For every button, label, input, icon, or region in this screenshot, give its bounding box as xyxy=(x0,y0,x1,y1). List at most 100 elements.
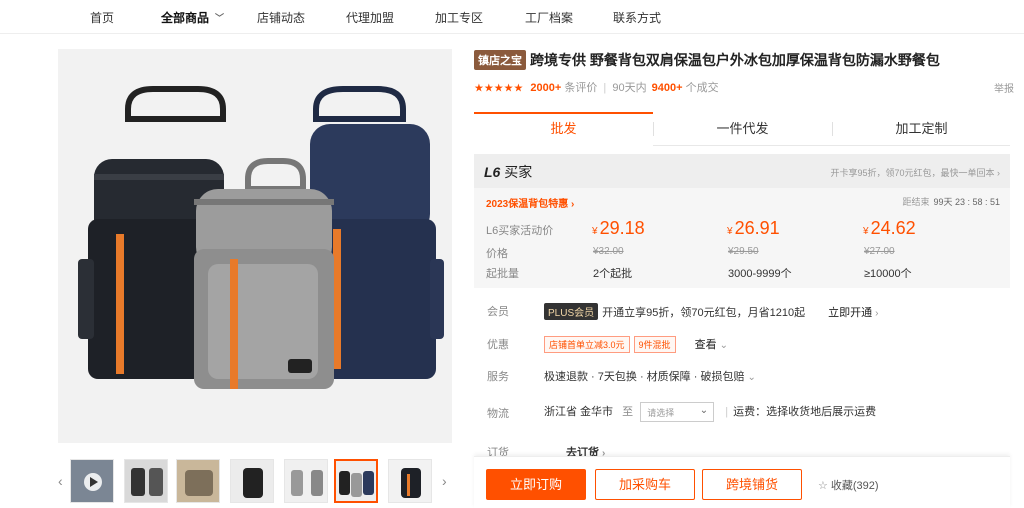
member-row: 会员 PLUS会员 开通立享95折，领70元红包，月省1210起 立即开通 › xyxy=(474,300,1014,322)
activity-price-tier-3: ¥24.62 xyxy=(863,218,916,239)
promo-link[interactable]: 2023保温背包特惠 › xyxy=(486,195,574,210)
nav-shop-news[interactable]: 店铺动态 xyxy=(257,9,305,26)
sales-count: 9400+ xyxy=(651,82,683,94)
product-title-row: 镇店之宝 跨境专供 野餐背包双肩保温包户外冰包加厚保温背包防漏水野餐包 xyxy=(474,50,1014,72)
currency-symbol: ¥ xyxy=(727,226,733,237)
review-count[interactable]: 2000+ xyxy=(530,82,561,94)
activity-price-label: L6买家活动价 xyxy=(486,225,554,237)
tab-dropship[interactable]: 一件代发 xyxy=(653,112,832,146)
l6-buyer-label: 买家 xyxy=(504,164,533,180)
destination-select[interactable]: 请选择 ⌄ xyxy=(640,402,715,422)
nav-all-products-label: 全部商品 xyxy=(161,11,210,25)
play-icon xyxy=(71,460,113,502)
report-link[interactable]: 举报 xyxy=(994,80,1014,95)
countdown-timer: 距结束 99天 23 : 58 : 51 xyxy=(902,195,1000,208)
logistics-to: 至 xyxy=(622,405,634,418)
original-price-tier-1: ¥32.00 xyxy=(593,246,624,257)
action-bar: 立即订购 加采购车 跨境铺货 ☆ 收藏(392) xyxy=(474,456,1010,508)
member-label: 会员 xyxy=(487,306,509,318)
activity-price-tier-2: ¥26.91 xyxy=(727,218,780,239)
cross-border-button[interactable]: 跨境铺货 xyxy=(702,469,802,500)
moq-tier-3: ≥10000个 xyxy=(864,268,912,280)
timer-label: 距结束 xyxy=(902,197,930,207)
nav-agent[interactable]: 代理加盟 xyxy=(346,9,394,26)
original-price-tier-2: ¥29.50 xyxy=(728,246,759,257)
divider: | xyxy=(725,405,729,418)
favorite-label: 收藏(392) xyxy=(830,480,879,492)
thumbnail-image xyxy=(285,460,327,502)
tab-wholesale[interactable]: 批发 xyxy=(474,112,653,146)
backpack-illustration xyxy=(58,49,452,443)
nav-processing[interactable]: 加工专区 xyxy=(435,9,483,26)
thumbnail-4[interactable] xyxy=(230,459,274,503)
member-desc: 开通立享95折，领70元红包，月省1210起 xyxy=(602,307,806,319)
thumbnail-image xyxy=(125,460,167,502)
thumbnail-6[interactable] xyxy=(334,459,378,503)
nav-all-products[interactable]: 全部商品 ﹀ xyxy=(161,9,224,26)
l6-header: L6 买家 开卡享95折，领70元红包，最快一单回本 › xyxy=(474,154,1010,188)
thumbnail-image xyxy=(231,460,273,502)
thumbnail-strip: ‹ › xyxy=(58,457,452,507)
member-open-link[interactable]: 立即开通 › xyxy=(828,307,878,319)
activity-price-tier-1: ¥29.18 xyxy=(592,218,645,239)
member-value: PLUS会员 开通立享95折，领70元红包，月省1210起 立即开通 › xyxy=(544,303,878,320)
price-value: 24.62 xyxy=(870,218,916,238)
timer-value: 99天 23 : 58 : 51 xyxy=(933,197,1000,207)
l6-title: L6 买家 xyxy=(484,162,532,182)
member-open-label: 立即开通 xyxy=(828,307,873,319)
coupon-mixed-batch[interactable]: 9件混批 xyxy=(633,336,676,353)
review-label: 条评价 xyxy=(564,82,598,94)
original-price-tier-3: ¥27.00 xyxy=(864,246,895,257)
l6-promo-note[interactable]: 开卡享95折，领70元红包，最快一单回本 › xyxy=(830,166,1000,179)
plus-badge: PLUS会员 xyxy=(544,303,599,320)
discount-view-link[interactable]: 查看 ⌄ xyxy=(695,339,728,351)
chevron-down-icon: ⌄ xyxy=(719,340,728,351)
star-outline-icon: ☆ xyxy=(818,480,828,492)
moq-tier-1: 2个起批 xyxy=(593,268,633,280)
discount-view-label: 查看 xyxy=(694,339,717,351)
service-text: 极速退款 · 7天包换 · 材质保障 · 破损包赔 xyxy=(544,371,745,383)
chevron-down-icon: ⌄ xyxy=(747,372,756,383)
logistics-fee: 运费：选择收货地后展示运费 xyxy=(733,405,877,418)
activity-price-row: L6买家活动价 ¥29.18 ¥26.91 ¥24.62 xyxy=(474,218,1010,238)
service-value[interactable]: 极速退款 · 7天包换 · 材质保障 · 破损包赔 ⌄ xyxy=(544,368,756,384)
sales-label: 个成交 xyxy=(685,82,719,94)
chevron-right-icon[interactable]: › xyxy=(442,473,447,489)
logistics-label: 物流 xyxy=(487,408,509,420)
thumbnail-image xyxy=(389,460,431,502)
thumbnail-2[interactable] xyxy=(124,459,168,503)
logistics-value: 浙江省 金华市 至 请选择 ⌄ | 运费：选择收货地后展示运费 xyxy=(544,402,876,422)
top-nav: 首页 全部商品 ﹀ 店铺动态 代理加盟 加工专区 工厂档案 联系方式 xyxy=(0,0,1024,34)
star-rating-icon: ★★★★★ xyxy=(474,82,524,95)
nav-home[interactable]: 首页 xyxy=(90,9,114,26)
thumbnail-video[interactable] xyxy=(70,459,114,503)
sales-period: 90天内 xyxy=(612,82,647,94)
thumbnail-image xyxy=(336,461,376,501)
divider: | xyxy=(603,82,607,94)
currency-symbol: ¥ xyxy=(592,226,598,237)
currency-symbol: ¥ xyxy=(863,226,869,237)
add-to-cart-button[interactable]: 加采购车 xyxy=(595,469,695,500)
price-value: 26.91 xyxy=(734,218,780,238)
coupon-first-order[interactable]: 店铺首单立减3.0元 xyxy=(544,336,630,353)
thumbnail-7[interactable] xyxy=(388,459,432,503)
original-price-row: 价格 ¥32.00 ¥29.50 ¥27.00 xyxy=(474,242,1010,262)
chevron-down-icon: ﹀ xyxy=(215,13,225,23)
logistics-origin: 浙江省 金华市 xyxy=(544,405,614,418)
moq-label: 起批量 xyxy=(486,268,519,280)
service-row: 服务 极速退款 · 7天包换 · 材质保障 · 破损包赔 ⌄ xyxy=(474,365,1014,387)
favorite-button[interactable]: ☆ 收藏(392) xyxy=(818,477,879,493)
nav-factory[interactable]: 工厂档案 xyxy=(525,9,573,26)
nav-contact[interactable]: 联系方式 xyxy=(613,9,661,26)
discount-value: 店铺首单立减3.0元 9件混批 查看 ⌄ xyxy=(544,336,728,353)
destination-placeholder: 请选择 xyxy=(647,408,675,418)
thumbnail-3[interactable] xyxy=(176,459,220,503)
chevron-left-icon[interactable]: ‹ xyxy=(58,473,63,489)
main-product-image[interactable] xyxy=(58,49,452,443)
l6-badge: L6 xyxy=(484,164,501,180)
tab-custom-processing[interactable]: 加工定制 xyxy=(832,112,1011,146)
thumbnail-5[interactable] xyxy=(284,459,328,503)
moq-row: 起批量 2个起批 3000-9999个 ≥10000个 xyxy=(474,262,1010,282)
buy-now-button[interactable]: 立即订购 xyxy=(486,469,586,500)
treasure-badge: 镇店之宝 xyxy=(474,50,526,70)
